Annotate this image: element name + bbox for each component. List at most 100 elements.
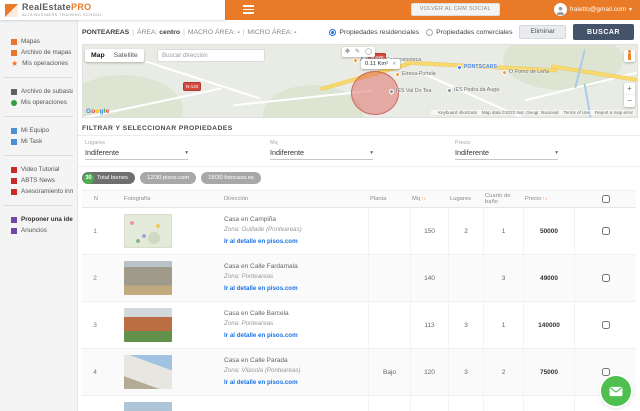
map-attribution[interactable]: Keyboard shortcuts Map data ©2022 Inst. G… <box>431 110 635 115</box>
sort-icon[interactable]: ↑↓ <box>421 196 426 202</box>
menu-hamburger-icon[interactable] <box>243 5 254 14</box>
col-price[interactable]: Precio↑↓ <box>523 196 574 202</box>
circle-tool-icon[interactable]: ◯ <box>365 47 372 57</box>
breadcrumb-part[interactable]: PONTEAREAS <box>82 29 129 36</box>
map-zoom-controls: + − <box>624 83 635 107</box>
select-all-checkbox[interactable] <box>602 195 610 203</box>
property-photo[interactable] <box>124 214 172 248</box>
breadcrumb-part[interactable]: MICRO ÁREA: - <box>247 29 296 36</box>
map-attribution-item[interactable]: Keyboard shortcuts <box>438 110 477 115</box>
total-properties-badge[interactable]: 30 Total bienes <box>82 172 135 184</box>
total-count: 30 <box>83 172 94 184</box>
sidebar-item-mi-equipo[interactable]: Mi Equipo <box>11 127 73 134</box>
property-detail-link[interactable]: Ir al detalle en pisos.com <box>224 331 298 340</box>
filter-select[interactable]: Indiferente ▾ <box>270 148 373 160</box>
map-attribution-item[interactable]: Report a map error <box>595 110 633 115</box>
sidebar-item-mis-operaciones[interactable]: ★ Mis operaciones <box>11 59 73 67</box>
sidebar-item-mapas[interactable]: Mapas <box>11 38 73 45</box>
source-count-badge[interactable]: 18/30 fotocasa.es <box>201 172 261 184</box>
filter-select[interactable]: Indiferente ▾ <box>455 148 558 160</box>
search-button[interactable]: BUSCAR <box>573 24 634 40</box>
polyline-tool-icon[interactable]: ✎ <box>355 47 360 57</box>
map-poi-o-forno-de-le-a[interactable]: O Forno de Leña <box>500 68 549 76</box>
filter-precio-select[interactable]: Precio Indiferente ▾ <box>455 140 558 166</box>
breadcrumb-part[interactable]: MACRO ÁREA: - <box>188 29 240 36</box>
square-bullet-icon <box>11 188 17 195</box>
map-attribution-item[interactable]: Terms of Use <box>563 110 590 115</box>
breadcrumb: PONTEAREAS | ÁREA: centro | MACRO ÁREA: - | MI… <box>82 29 296 36</box>
mq-cell: 150 <box>410 208 448 254</box>
pan-tool-icon[interactable]: ✥ <box>345 47 350 57</box>
col-address[interactable]: Dirección <box>204 196 368 202</box>
envelope-icon <box>609 386 623 396</box>
filter-label: Precio <box>455 140 471 146</box>
property-detail-link[interactable]: Ir al detalle en pisos.com <box>224 237 298 246</box>
filter-mq-select[interactable]: Mq Indiferente ▾ <box>270 140 373 166</box>
filter-value: Indiferente <box>455 148 489 157</box>
sidebar-item-asesoramiento-inmob[interactable]: Asesoramiento inmob. <box>11 188 73 195</box>
filter-label: Lugares <box>85 140 105 146</box>
radio-commercial[interactable]: Propiedades comerciales <box>426 28 512 36</box>
col-n[interactable]: N <box>82 196 108 202</box>
close-icon[interactable]: ✕ <box>392 61 396 67</box>
property-detail-link[interactable]: Ir al detalle en pisos.com <box>224 284 298 293</box>
crm-social-button[interactable]: VOLVER AL CRM SOCIAL <box>410 3 500 16</box>
sidebar-item-mi-task[interactable]: Mi Task <box>11 138 73 145</box>
col-photo[interactable]: Fotografía <box>108 196 204 202</box>
user-menu[interactable]: fraletto@gmail.com ▾ <box>553 3 632 16</box>
sidebar-item-video-tutorial[interactable]: Video Tutorial <box>11 166 73 173</box>
map-canvas[interactable]: 0.11 Km² ✕ A Xesteira GastrovinotecaEire… <box>82 44 638 118</box>
property-title: Casa en Campiña <box>224 216 277 224</box>
zoom-out-button[interactable]: − <box>624 95 635 107</box>
zoom-in-button[interactable]: + <box>624 83 635 95</box>
brand-tagline: ALTA BUSINESS TRAINING SCHOOL <box>22 12 103 17</box>
sidebar-item-mis-operaciones[interactable]: Mis operaciones <box>11 99 73 106</box>
sort-icon[interactable]: ↑↓ <box>542 196 547 202</box>
map-search-input[interactable] <box>157 49 265 62</box>
row-checkbox[interactable] <box>601 274 610 282</box>
road-badge: N-120 <box>183 82 202 91</box>
gray-pin-icon <box>445 86 454 94</box>
tab-satellite[interactable]: Satellite <box>114 49 138 62</box>
row-checkbox[interactable] <box>601 368 610 376</box>
property-title: Casa en Calle Parada <box>224 357 288 365</box>
filter-select[interactable]: Indiferente ▾ <box>85 148 188 160</box>
filter-lugares-select[interactable]: Lugares Indiferente ▾ <box>85 140 188 166</box>
map-poi-ies-pedra-da-auga[interactable]: IES Pedra da Auga <box>445 86 499 94</box>
row-checkbox[interactable] <box>601 321 610 329</box>
property-photo[interactable] <box>124 355 172 389</box>
col-rooms[interactable]: Lugares <box>448 196 483 202</box>
sidebar-item-anuncios[interactable]: Anuncios <box>11 227 73 234</box>
row-checkbox[interactable] <box>601 227 610 235</box>
source-count-badge[interactable]: 12/30 pisos.com <box>139 172 197 184</box>
radio-residential[interactable]: Propiedades residenciales <box>329 28 419 36</box>
map-attribution-item[interactable]: Map data ©2022 Inst. Geogr. Nacional <box>482 110 559 115</box>
filter-value: Indiferente <box>270 148 304 157</box>
property-photo[interactable] <box>124 308 172 342</box>
square-bullet-icon <box>11 138 17 145</box>
app-logo[interactable]: RealEstatePRO ALTA BUSINESS TRAINING SCH… <box>0 0 225 20</box>
properties-table: N Fotografía Dirección Planta Mq↑↓ Lugar… <box>82 190 636 411</box>
delete-button[interactable]: Eliminar <box>519 25 567 39</box>
col-mq[interactable]: Mq↑↓ <box>410 196 448 202</box>
sidebar-item-archivo-de-subastas[interactable]: Archivo de subastas <box>11 88 73 95</box>
map-poi-ies-val-do-tea[interactable]: IES Val Do Tea <box>387 87 431 95</box>
tab-map[interactable]: Map <box>91 49 105 62</box>
col-floor[interactable]: Planta <box>368 196 410 202</box>
property-detail-link[interactable]: Ir al detalle en pisos.com <box>224 378 298 387</box>
pegman-icon[interactable] <box>624 49 635 62</box>
table-header: N Fotografía Dirección Planta Mq↑↓ Lugar… <box>82 190 636 208</box>
col-bath[interactable]: Cuarto de baño <box>483 193 523 205</box>
sidebar-item-proponer-una-idea[interactable]: Proponer una idea <box>11 216 73 223</box>
breadcrumb-part[interactable]: ÁREA: centro <box>137 29 180 36</box>
property-photo[interactable] <box>124 402 172 411</box>
map-poi-eirexa-portela[interactable]: Eirexa-Portela <box>393 70 436 78</box>
map-poi-pontscars[interactable]: PONTSCARS <box>455 63 497 71</box>
table-row: 2 Casa en Calle Fardamala Zona: Ponteareas… <box>82 255 636 302</box>
contact-email-fab[interactable] <box>601 376 631 406</box>
sidebar-item-archivo-de-mapas[interactable]: Archivo de mapas <box>11 49 73 56</box>
property-photo[interactable] <box>124 261 172 295</box>
sidebar-item-abts-news[interactable]: ABTS News <box>11 177 73 184</box>
photo-cell <box>108 355 204 389</box>
map-area-tooltip: 0.11 Km² ✕ <box>361 59 401 69</box>
